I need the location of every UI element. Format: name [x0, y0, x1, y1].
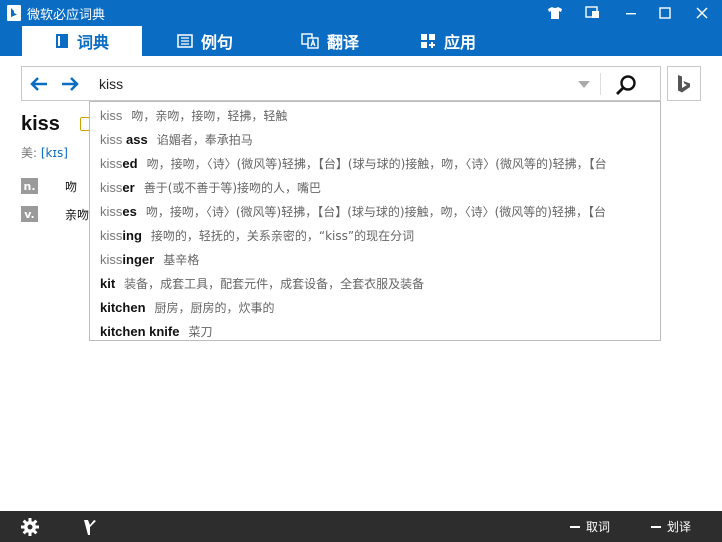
suggestion-word: kitchen knife [100, 323, 180, 339]
arrow-left-icon [30, 77, 47, 91]
window-title: 微软必应词典 [27, 8, 106, 23]
sentences-icon [177, 33, 193, 49]
pos-badge: n. [21, 178, 38, 194]
close-icon [696, 7, 708, 19]
translate-icon [301, 33, 319, 49]
suggestion-definition: 装备，成套工具，配套元件，成套设备，全套衣服及装备 [124, 276, 425, 291]
pos-badge: v. [21, 206, 38, 222]
toggle-off-indicator [651, 525, 661, 528]
select-translate-label: 划译 [667, 520, 692, 534]
feedback-button[interactable] [80, 517, 100, 537]
suggestion-word: kitchen [100, 299, 146, 315]
word-fetch-label: 取词 [586, 520, 611, 534]
suggestion-word: kisses [100, 203, 137, 219]
toggle-off-indicator [570, 525, 580, 528]
suggestion-definition: 接吻的，轻抚的，关系亲密的，“kiss”的现在分词 [150, 228, 415, 243]
bottom-bar: 取词 划译 [0, 511, 722, 542]
back-button[interactable] [29, 74, 49, 94]
suggestion-word: kissinger [100, 251, 155, 267]
arrow-right-icon [62, 77, 79, 91]
settings-button[interactable] [20, 517, 40, 537]
tab-translate[interactable]: 翻译 [275, 26, 385, 56]
suggestion-definition: 基辛格 [163, 252, 200, 267]
tab-translate-label: 翻译 [326, 33, 359, 52]
gear-icon [21, 518, 39, 536]
sense-row: n. 吻 [21, 177, 77, 195]
suggestion-item[interactable]: kiss 吻，亲吻，接吻，轻拂，轻触 [100, 103, 287, 127]
suggestion-item[interactable]: kitchen knife 菜刀 [100, 319, 213, 340]
suggestion-word: kissing [100, 227, 142, 243]
tab-apps[interactable]: 应用 [398, 26, 498, 56]
pronunciation-label: 美: [21, 146, 38, 160]
suggestion-definition: 谄媚者，奉承拍马 [156, 132, 253, 147]
suggestion-word: kiss [100, 107, 123, 123]
suggestion-item[interactable]: kisser 善于(或不善于等)接吻的人，嘴巴 [100, 175, 321, 199]
autocomplete-dropdown: kiss 吻，亲吻，接吻，轻拂，轻触 kiss ass 谄媚者，奉承拍马 kis… [89, 101, 661, 341]
suggestion-item[interactable]: kissinger 基辛格 [100, 247, 199, 271]
suggestion-definition: 吻，接吻，〈诗〉(微风等)轻拂，【台】(球与球的)接触，吻，〈诗〉(微风等的)轻… [146, 156, 607, 171]
suggestion-word: kissed [100, 155, 138, 171]
suggestion-item[interactable]: kit 装备，成套工具，配套元件，成套设备，全套衣服及装备 [100, 271, 424, 295]
suggestion-word: kisser [100, 179, 135, 195]
bing-dict-logo-icon [7, 5, 21, 21]
tab-bar: 词典 例句 翻译 应用 [0, 26, 722, 56]
suggestion-definition: 厨房，厨房的，炊事的 [154, 300, 275, 315]
search-button[interactable] [613, 72, 639, 98]
suggestion-item[interactable]: kissing 接吻的，轻抚的，关系亲密的，“kiss”的现在分词 [100, 223, 414, 247]
tab-dictionary[interactable]: 词典 [22, 26, 142, 56]
skin-button[interactable] [538, 0, 572, 26]
headword: kiss [21, 113, 60, 135]
tab-example-sentences[interactable]: 例句 [150, 26, 260, 56]
bing-search-button[interactable] [667, 66, 701, 101]
close-button[interactable] [682, 0, 722, 26]
suggestion-item[interactable]: kisses 吻，接吻，〈诗〉(微风等)轻拂，【台】(球与球的)接触，吻，〈诗〉… [100, 199, 606, 223]
sense-row: v. 亲吻 [21, 205, 89, 223]
tab-dictionary-label: 词典 [76, 33, 109, 52]
pronunciation-phonetic[interactable]: [kɪs] [41, 146, 68, 160]
history-dropdown-icon[interactable] [578, 81, 590, 88]
bing-logo-icon [678, 74, 690, 92]
search-icon [616, 75, 636, 95]
suggestion-definition: 吻，亲吻，接吻，轻拂，轻触 [131, 108, 288, 123]
suggestion-definition: 吻，接吻，〈诗〉(微风等)轻拂，【台】(球与球的)接触，吻，〈诗〉(微风等的)轻… [145, 204, 606, 219]
suggestion-item[interactable]: kissed 吻，接吻，〈诗〉(微风等)轻拂，【台】(球与球的)接触，吻，〈诗〉… [100, 151, 607, 175]
suggestion-definition: 善于(或不善于等)接吻的人，嘴巴 [143, 180, 322, 195]
maximize-icon [659, 7, 671, 19]
feedback-icon [84, 520, 96, 535]
suggestion-definition: 菜刀 [188, 324, 213, 339]
search-divider [600, 73, 601, 95]
search-input[interactable] [90, 68, 580, 99]
mini-mode-button[interactable] [576, 0, 610, 26]
shirt-icon [548, 7, 562, 19]
maximize-button[interactable] [648, 0, 682, 26]
tab-example-label: 例句 [200, 33, 233, 52]
minimize-icon [626, 13, 636, 15]
suggestion-word: kiss ass [100, 131, 148, 147]
suggestion-word: kit [100, 275, 116, 291]
forward-button[interactable] [60, 74, 80, 94]
apps-icon [420, 33, 436, 49]
sense-definition: 吻 [65, 179, 78, 194]
select-translate-toggle[interactable]: 划译 [651, 518, 691, 535]
pronunciation: 美: [kɪs] [21, 144, 68, 161]
search-box [21, 66, 661, 101]
minimize-button[interactable] [614, 0, 648, 26]
book-icon [55, 33, 69, 49]
sense-definition: 亲吻 [65, 207, 90, 222]
suggestion-item[interactable]: kitchen 厨房，厨房的，炊事的 [100, 295, 275, 319]
word-fetch-toggle[interactable]: 取词 [570, 518, 610, 535]
title-bar: 微软必应词典 [0, 0, 722, 26]
mini-window-icon [585, 6, 599, 18]
suggestion-item[interactable]: kiss ass 谄媚者，奉承拍马 [100, 127, 253, 151]
tab-apps-label: 应用 [443, 33, 476, 52]
